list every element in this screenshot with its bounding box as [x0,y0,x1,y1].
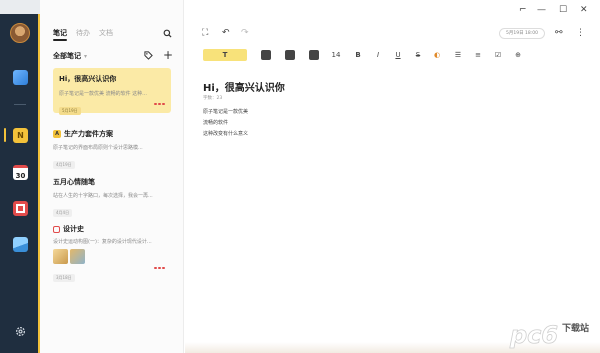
rail-active-indicator [4,128,6,142]
rail-divider [14,104,26,105]
search-icon[interactable] [163,29,172,38]
note-item-selected[interactable]: Hi，很高兴认识你 原子笔记是一款优美 流畅的软件 这种... 5月19日 [53,68,171,115]
italic-button[interactable]: I [373,49,383,61]
tab-todo[interactable]: 待办 [76,28,90,38]
word-count: 字数：23 [203,96,223,101]
note-item[interactable]: 五月心情随笔 站在人生的十字路口，每次选择，我会一再... 4月4日 [53,177,171,217]
undo-icon[interactable]: ↶ [222,29,230,38]
note-color-marker [154,267,165,269]
font-size-button[interactable]: 14 [331,49,341,61]
left-rail: N 30 [0,0,40,353]
note-date: 4月19日 [53,161,75,169]
watermark-logo: pc6 下载站 [506,312,600,353]
close-button[interactable]: ✕ [580,5,588,15]
bullet-list-icon[interactable]: ☰ [453,49,463,61]
settings-gear-icon[interactable] [15,326,26,337]
photos-app-icon[interactable] [13,201,28,216]
chevron-down-icon: ▾ [84,52,88,60]
insert-more-icon[interactable]: ⊕ [513,49,523,61]
strikethrough-button[interactable]: S [413,49,423,61]
notes-app-icon[interactable]: N [13,128,28,143]
format-toolbar: T 14 B I U S ◐ ☰ ≡ ☑ ⊕ [203,49,583,61]
document-line[interactable]: 这种改变有什么意义 [203,130,248,137]
rail-app-icon-blue[interactable] [13,70,28,85]
heading-style-button[interactable]: T [203,49,247,61]
numbered-list-icon[interactable]: ≡ [473,49,483,61]
maximize-button[interactable]: ☐ [559,5,567,15]
tab-docs[interactable]: 文档 [99,28,113,38]
note-date: 5月19日 [59,107,81,115]
redo-icon[interactable]: ↷ [241,29,249,38]
highlight-color-icon[interactable]: ◐ [432,49,442,61]
note-title: 五月心情随笔 [53,178,95,186]
note-item[interactable]: A 生产力套件方案 原子笔记的界面布局原则个设计思路模... 4月19日 [53,129,171,169]
window-titlebar: ⌐ — ☐ ✕ [185,0,600,22]
note-type-icon [53,225,60,233]
note-title-row: A 生产力套件方案 [53,129,171,139]
share-icon[interactable]: ⚯ [555,29,563,38]
note-title: 生产力套件方案 [64,130,113,138]
note-list-panel: 笔记 待办 文档 全部笔记 ▾ + Hi，很高兴认识你 原子笔记是一款优美 流畅… [40,0,184,353]
active-tab-underline [53,39,67,41]
column-icon[interactable] [309,50,319,60]
note-item[interactable]: 设计史 设计史运动构图(一)：复杂的设计现代设计... 3月18日 [53,224,171,282]
more-icon[interactable]: ⋮ [576,29,585,38]
thumbnail-image [53,249,68,264]
note-title: Hi，很高兴认识你 [59,75,117,83]
note-type-icon: A [53,130,61,138]
note-preview: 原子笔记是一款优美 流畅的软件 这种... [59,91,147,97]
checkbox-icon[interactable]: ☑ [493,49,503,61]
fullscreen-icon[interactable]: ⛶ [202,29,208,38]
note-color-marker [154,103,165,105]
list-style-icon[interactable] [285,50,295,60]
tab-notes[interactable]: 笔记 [53,28,67,38]
tag-icon[interactable] [144,51,153,60]
bold-button[interactable]: B [353,49,363,61]
all-notes-label: 全部笔记 [53,52,81,60]
note-title: 设计史 [63,225,84,233]
svg-text:pc6: pc6 [509,321,558,349]
note-preview: 设计史运动构图(一)：复杂的设计现代设计... [53,239,152,245]
add-note-button[interactable]: + [163,49,173,61]
calendar-icon[interactable]: 30 [13,165,28,180]
document-title[interactable]: Hi，很高兴认识你 [203,79,285,94]
note-date: 3月18日 [53,274,75,282]
pin-icon[interactable]: ⌐ [519,5,527,15]
underline-button[interactable]: U [393,49,403,61]
document-line[interactable]: 流畅的软件 [203,119,228,126]
thumbnail-image [70,249,85,264]
rail-top-strip [0,0,40,14]
note-preview: 原子笔记的界面布局原则个设计思路模... [53,145,143,151]
minimize-button[interactable]: — [537,5,546,15]
date-pill[interactable]: 5月19日 18:00 [499,28,545,39]
document-line[interactable]: 原子笔记是一款优美 [203,108,248,115]
note-date: 4月4日 [53,209,73,217]
app-window: N 30 笔记 待办 文档 全部笔记 ▾ + Hi，很高兴认识你 原子笔记是一款… [0,0,600,353]
note-preview: 站在人生的十字路口，每次选择，我会一再... [53,193,153,199]
paragraph-icon[interactable] [261,50,271,60]
all-notes-filter[interactable]: 全部笔记 ▾ [53,51,87,61]
note-thumbnails [53,249,171,264]
list-tabs: 笔记 待办 文档 [53,28,113,38]
picture-app-icon[interactable] [13,237,28,252]
editor-pane: ⌐ — ☐ ✕ ⛶ ↶ ↷ 5月19日 18:00 ⚯ ⋮ T 14 B I U… [185,0,600,353]
note-title-row: 设计史 [53,224,171,234]
watermark-text: 下载站 [562,324,590,334]
avatar[interactable] [10,23,30,43]
